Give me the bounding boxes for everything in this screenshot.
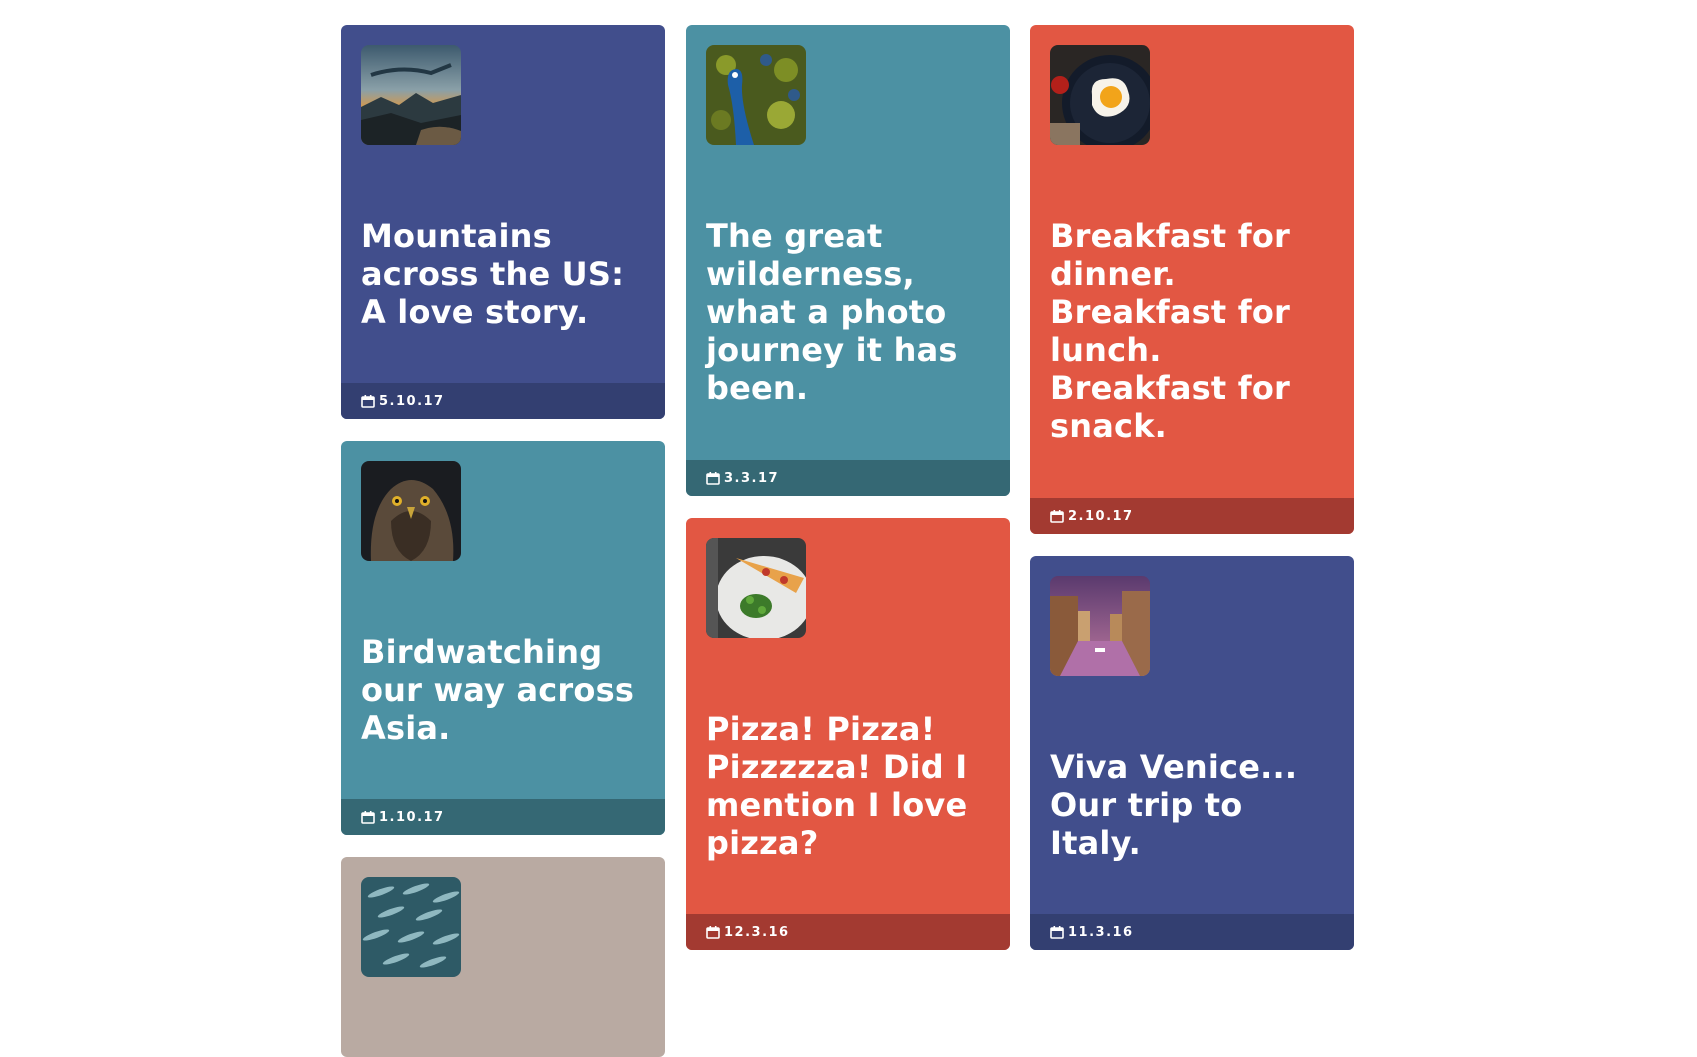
post-date: 3.3.17 [724, 470, 780, 486]
post-date: 1.10.17 [379, 809, 445, 825]
post-card[interactable]: Breakfast for dinner. Breakfast for lunc… [1030, 25, 1354, 534]
post-title[interactable]: Breakfast for dinner. Breakfast for lunc… [1050, 217, 1336, 445]
calendar-icon [1050, 510, 1064, 523]
post-date-bar: 5.10.17 [341, 383, 665, 419]
post-date-bar: 1.10.17 [341, 799, 665, 835]
post-card[interactable]: Viva Venice... Our trip to Italy. 11.3.1… [1030, 556, 1354, 950]
post-card[interactable]: Birdwatching our way across Asia. 1.10.1… [341, 441, 665, 835]
calendar-icon [361, 811, 375, 824]
post-date: 11.3.16 [1068, 924, 1134, 940]
post-date-bar: 2.10.17 [1030, 498, 1354, 534]
post-date-bar: 3.3.17 [686, 460, 1010, 496]
post-date-bar: 11.3.16 [1030, 914, 1354, 950]
post-title[interactable]: Mountains across the US: A love story. [361, 217, 647, 331]
post-title[interactable]: Viva Venice... Our trip to Italy. [1050, 748, 1336, 862]
post-card[interactable]: Mountains across the US: A love story. 5… [341, 25, 665, 419]
calendar-icon [706, 472, 720, 485]
hawk-image [361, 461, 461, 561]
fish-school-image [361, 877, 461, 977]
pizza-plate-image [706, 538, 806, 638]
peacock-image [706, 45, 806, 145]
post-date: 2.10.17 [1068, 508, 1134, 524]
post-date-bar: 12.3.16 [686, 914, 1010, 950]
venice-canal-image [1050, 576, 1150, 676]
fried-egg-pan-image [1050, 45, 1150, 145]
post-card[interactable]: Pizza! Pizza! Pizzzzza! Did I mention I … [686, 518, 1010, 950]
post-title[interactable]: Birdwatching our way across Asia. [361, 633, 647, 747]
calendar-icon [706, 926, 720, 939]
post-card[interactable]: The great wilderness, what a photo journ… [686, 25, 1010, 496]
calendar-icon [1050, 926, 1064, 939]
post-title[interactable]: Pizza! Pizza! Pizzzzza! Did I mention I … [706, 710, 992, 862]
post-date: 5.10.17 [379, 393, 445, 409]
mountain-landscape-image [361, 45, 461, 145]
post-card[interactable] [341, 857, 665, 1057]
post-title[interactable]: The great wilderness, what a photo journ… [706, 217, 992, 407]
post-date: 12.3.16 [724, 924, 790, 940]
calendar-icon [361, 395, 375, 408]
